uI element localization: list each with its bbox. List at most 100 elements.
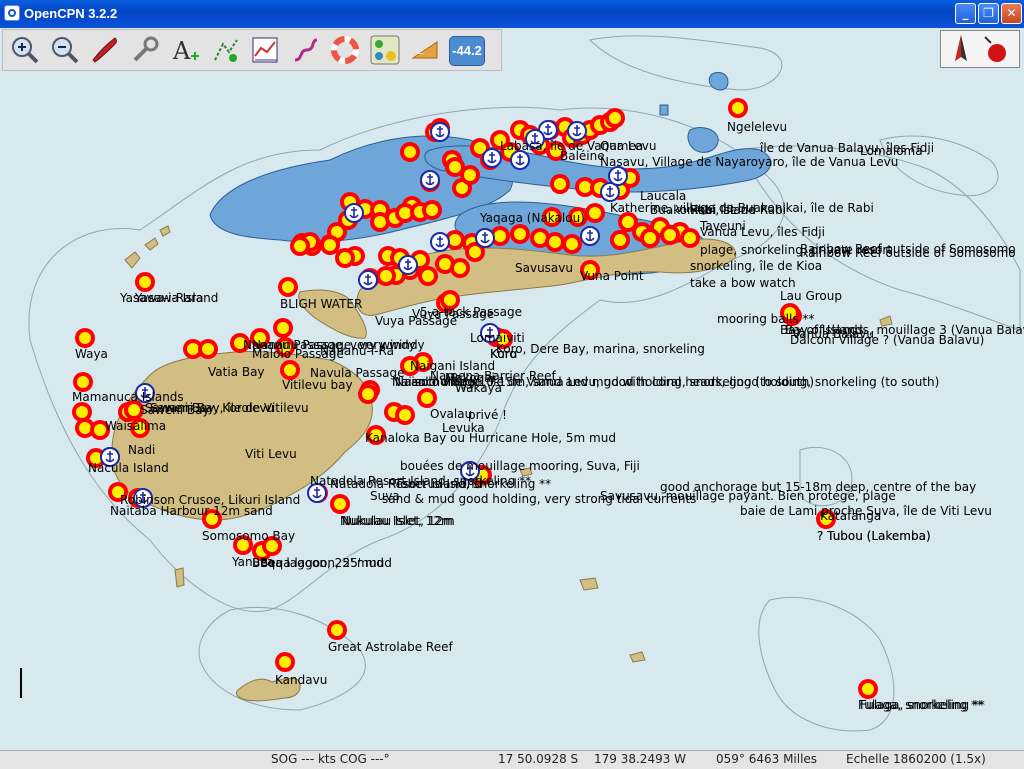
waypoint-marker[interactable] [422, 200, 442, 220]
waypoint-marker[interactable] [400, 142, 420, 162]
waypoint-marker[interactable] [395, 405, 415, 425]
tide-button[interactable]: ~ [409, 34, 441, 66]
waypoint-annotation: Kanaloka Bay ou Hurricane Hole, 5m mud [365, 431, 616, 445]
map-label: Viti Levu [245, 447, 297, 461]
waypoint-marker[interactable] [290, 236, 310, 256]
anchor-icon[interactable] [420, 170, 440, 190]
track-icon [294, 38, 318, 62]
waypoint-marker[interactable] [330, 494, 350, 514]
scale-bar [20, 668, 22, 698]
map-label: Somosomo Bay [202, 529, 295, 543]
waypoint-marker[interactable] [545, 232, 565, 252]
chart-button[interactable] [249, 34, 281, 66]
anchor-icon[interactable] [475, 228, 495, 248]
waypoint-marker[interactable] [680, 228, 700, 248]
chart-canvas[interactable]: Ngelelevu Yasawa Island BLIGH WATER Waya Mam… [0, 28, 1024, 750]
waypoint-annotation: baie de Lami proche Suva, île de Viti Le… [740, 504, 992, 518]
waypoint-marker[interactable] [640, 228, 660, 248]
waypoint-annotation: Bay of Islands, mouillage 3 (Vanua Balav… [785, 323, 1024, 337]
compass-panel[interactable] [940, 30, 1020, 68]
map-overlay-label: Nasavu, Village de Nayaroyaro, île de Va… [600, 155, 898, 169]
waypoint-marker[interactable] [610, 230, 630, 250]
waypoint-marker[interactable] [660, 225, 680, 245]
cursor-longitude: 179 38.2493 W [594, 752, 687, 766]
text-a-icon: A [172, 37, 199, 65]
waypoint-marker[interactable] [135, 272, 155, 292]
ais-icon [370, 35, 400, 65]
waypoint-marker[interactable] [728, 98, 748, 118]
map-label: Nadi [128, 443, 155, 457]
waypoint-marker[interactable] [278, 277, 298, 297]
minimize-button[interactable]: _ [955, 3, 976, 24]
map-label: Vitilevu bay [282, 378, 353, 392]
anchor-icon[interactable] [430, 122, 450, 142]
waypoint-annotation: privé ! [468, 408, 507, 422]
waypoint-annotation: bouées de mouillage mooring, Suva, Fiji [400, 459, 640, 473]
waypoint-marker[interactable] [460, 165, 480, 185]
waypoint-marker[interactable] [75, 328, 95, 348]
app-icon [4, 5, 20, 21]
settings-button[interactable] [129, 34, 161, 66]
wrench-icon [133, 36, 159, 62]
map-label: Lau Group [780, 289, 842, 303]
waypoint-marker[interactable] [585, 203, 605, 223]
chart-icon [252, 37, 278, 63]
map-label: Naitaba Harbour 12m sand [110, 504, 273, 518]
tide-icon: ~ [411, 41, 438, 59]
waypoint-marker[interactable] [510, 224, 530, 244]
anchor-icon[interactable] [567, 121, 587, 141]
waypoint-marker[interactable] [327, 620, 347, 640]
ais-button[interactable] [369, 34, 401, 66]
waypoint-annotation: Fulaga, snorkeling ** [860, 698, 985, 712]
boat-icon [92, 37, 117, 63]
map-overlay-label: Labasa, île de Vanua Levu [500, 139, 657, 153]
main-toolbar: A ~ -44.2 [2, 29, 502, 71]
mob-button[interactable] [329, 34, 361, 66]
zoom-in-icon [12, 37, 39, 64]
svg-text:~: ~ [417, 49, 424, 58]
waypoint-marker[interactable] [73, 372, 93, 392]
anchor-icon[interactable] [358, 270, 378, 290]
map-label: Nacula Island [88, 461, 169, 475]
waypoint-annotation: Yaqaga (Nakalou) [479, 211, 585, 225]
waypoint-marker[interactable] [417, 388, 437, 408]
waypoint-annotation: plage, snorkeling, private resort [700, 243, 892, 257]
waypoint-marker[interactable] [198, 339, 218, 359]
cursor-latitude: 17 50.0928 S [498, 752, 579, 766]
anchor-icon[interactable] [510, 150, 530, 170]
waypoint-marker[interactable] [605, 108, 625, 128]
map-label: Savusavu [515, 261, 573, 275]
anchor-icon[interactable] [398, 255, 418, 275]
text-button[interactable]: A [169, 34, 201, 66]
waypoint-annotation: ? Tubou (Lakemba) [817, 529, 931, 543]
map-label: Waya [75, 347, 108, 361]
anchor-icon[interactable] [608, 166, 628, 186]
waypoint-marker[interactable] [280, 360, 300, 380]
speed-indicator: -44.2 [449, 36, 485, 66]
waypoint-marker[interactable] [358, 384, 378, 404]
zoom-in-button[interactable] [9, 34, 41, 66]
map-overlay-label: Vuna Point [580, 269, 644, 283]
anchor-icon[interactable] [344, 203, 364, 223]
track-button[interactable] [289, 34, 321, 66]
waypoint-annotation: 5-a-tack Passage [420, 305, 522, 319]
close-button[interactable]: ✕ [1001, 3, 1022, 24]
maximize-button[interactable]: ❐ [978, 3, 999, 24]
waypoint-marker[interactable] [550, 174, 570, 194]
waypoint-marker[interactable] [273, 318, 293, 338]
lifebuoy-icon [331, 36, 359, 64]
waypoint-marker[interactable] [450, 258, 470, 278]
anchor-icon[interactable] [430, 232, 450, 252]
anchor-icon[interactable] [482, 148, 502, 168]
route-button[interactable] [89, 34, 121, 66]
zoom-out-button[interactable] [49, 34, 81, 66]
anchor-icon[interactable] [580, 226, 600, 246]
waypoint-marker[interactable] [320, 235, 340, 255]
waypoint-marker[interactable] [562, 234, 582, 254]
waypoint-marker[interactable] [275, 652, 295, 672]
bearing-distance: 059° 6463 Milles [716, 752, 818, 766]
map-label: Great Astrolabe Reef [328, 640, 453, 654]
mark-button[interactable] [209, 34, 241, 66]
map-label: Navula Passage [310, 366, 404, 380]
waypoint-marker[interactable] [858, 679, 878, 699]
